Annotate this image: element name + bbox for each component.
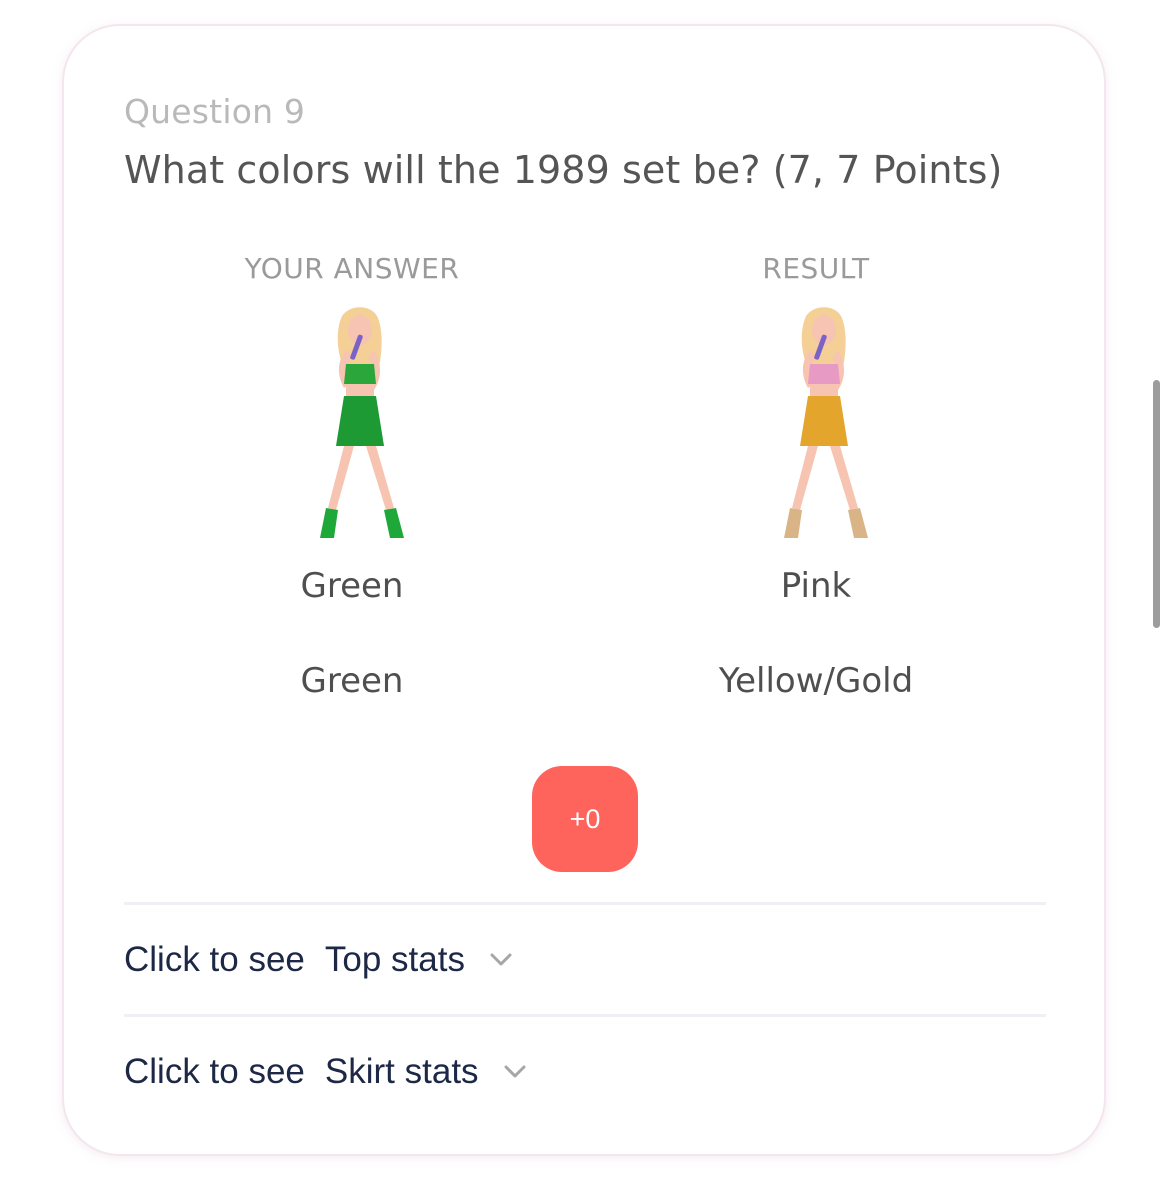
stats-prefix: Click to see xyxy=(124,1052,305,1091)
result-skirt: Yellow/Gold xyxy=(718,661,914,701)
stats-prefix: Click to see xyxy=(124,940,305,979)
top-stats-toggle[interactable]: Click to see Top stats xyxy=(124,930,513,990)
result-outfit-illustration xyxy=(784,307,868,538)
result-header: RESULT xyxy=(762,252,870,285)
divider xyxy=(124,1014,1046,1017)
top-stats-label: Top stats xyxy=(324,940,465,979)
skirt-stats-toggle[interactable]: Click to see Skirt stats xyxy=(124,1042,527,1102)
your-answer-skirt: Green xyxy=(300,661,404,701)
question-number: Question 9 xyxy=(124,92,306,131)
chevron-down-icon xyxy=(504,1065,526,1078)
your-answer-outfit-illustration xyxy=(320,307,404,538)
question-text: What colors will the 1989 set be? (7, 7 … xyxy=(124,148,1003,192)
result-top: Pink xyxy=(780,566,852,606)
chevron-down-icon xyxy=(490,953,512,966)
your-answer-header: YOUR ANSWER xyxy=(244,252,460,285)
scrollbar[interactable] xyxy=(1153,380,1160,628)
your-answer-top: Green xyxy=(300,566,404,606)
skirt-stats-label: Skirt stats xyxy=(324,1052,479,1091)
score-badge[interactable]: +0 xyxy=(532,766,638,872)
divider xyxy=(124,902,1046,905)
